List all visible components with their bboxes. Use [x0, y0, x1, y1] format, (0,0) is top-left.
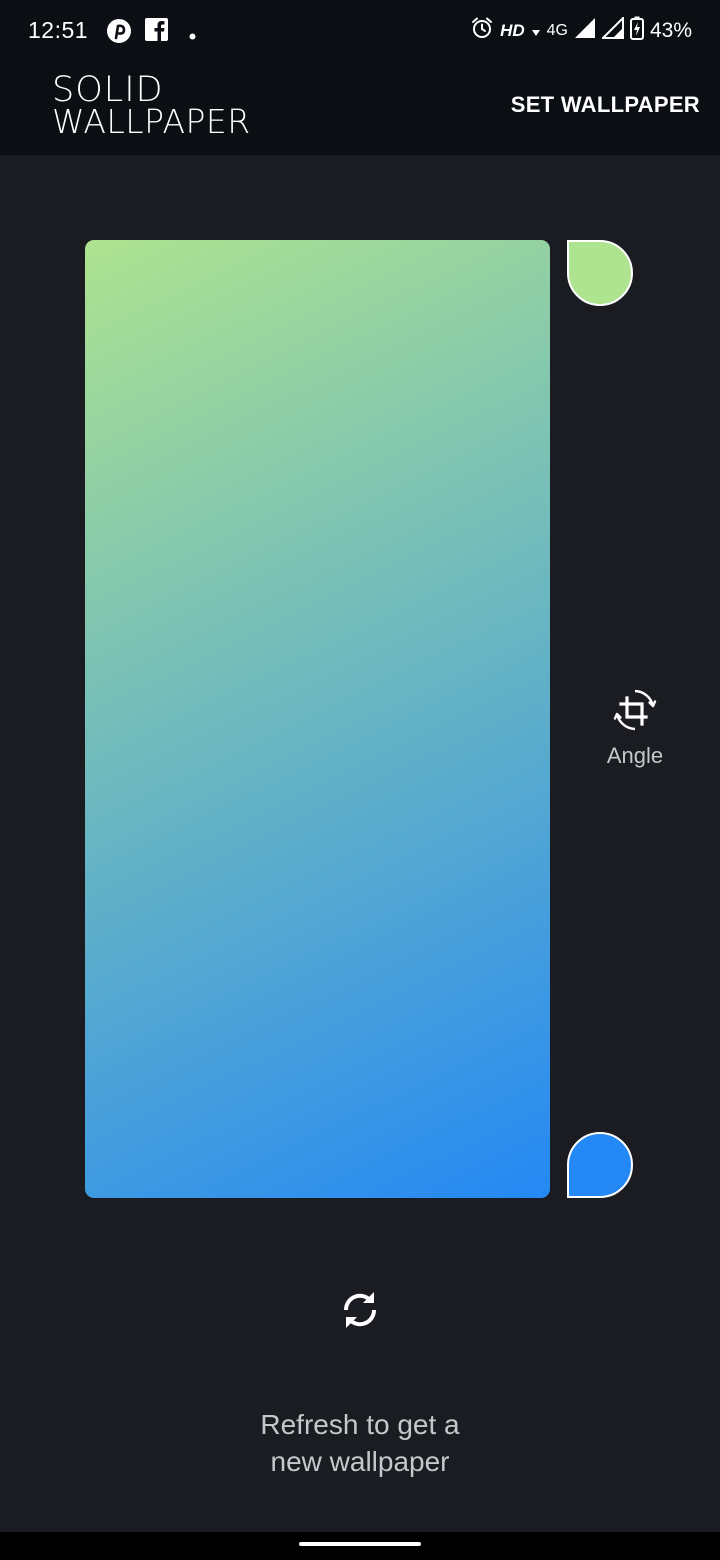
app-logo: SOLID WALLPAPER	[52, 73, 251, 141]
angle-label: Angle	[606, 743, 664, 768]
navigation-bar	[0, 1532, 720, 1560]
status-bar: 12:51 HD 4G 43%	[0, 0, 720, 62]
crop-rotate-icon	[613, 689, 657, 736]
notification-dot-icon	[189, 27, 196, 45]
status-time: 12:51	[28, 17, 89, 43]
set-wallpaper-button[interactable]: SET WALLPAPER	[511, 92, 700, 118]
end-color-swatch[interactable]	[567, 1132, 633, 1198]
battery-percent: 43%	[649, 19, 692, 42]
start-color-swatch[interactable]	[567, 240, 633, 306]
refresh-hint-line-1: Refresh to get a	[260, 1409, 460, 1440]
refresh-hint: Refresh to get a new wallpaper	[160, 1406, 560, 1480]
hd-label: HD	[500, 21, 525, 40]
alarm-icon	[470, 16, 494, 46]
pinterest-icon	[106, 18, 132, 49]
wallpaper-preview	[85, 240, 550, 1198]
refresh-button[interactable]	[336, 1286, 384, 1334]
home-gesture-handle[interactable]	[299, 1542, 421, 1546]
status-indicators: HD 4G 43%	[470, 14, 692, 48]
signal-icon	[574, 17, 596, 45]
refresh-icon	[336, 1292, 384, 1338]
facebook-icon	[145, 18, 168, 46]
battery-charging-icon	[629, 16, 644, 46]
refresh-hint-line-2: new wallpaper	[270, 1446, 450, 1477]
data-arrow-icon	[531, 20, 541, 43]
logo-line-2: WALLPAPER	[52, 102, 251, 141]
angle-button[interactable]: Angle	[590, 688, 680, 769]
signal-icon	[600, 15, 624, 45]
app-bar: SOLID WALLPAPER SET WALLPAPER	[0, 62, 720, 155]
network-type: 4G	[546, 22, 568, 39]
